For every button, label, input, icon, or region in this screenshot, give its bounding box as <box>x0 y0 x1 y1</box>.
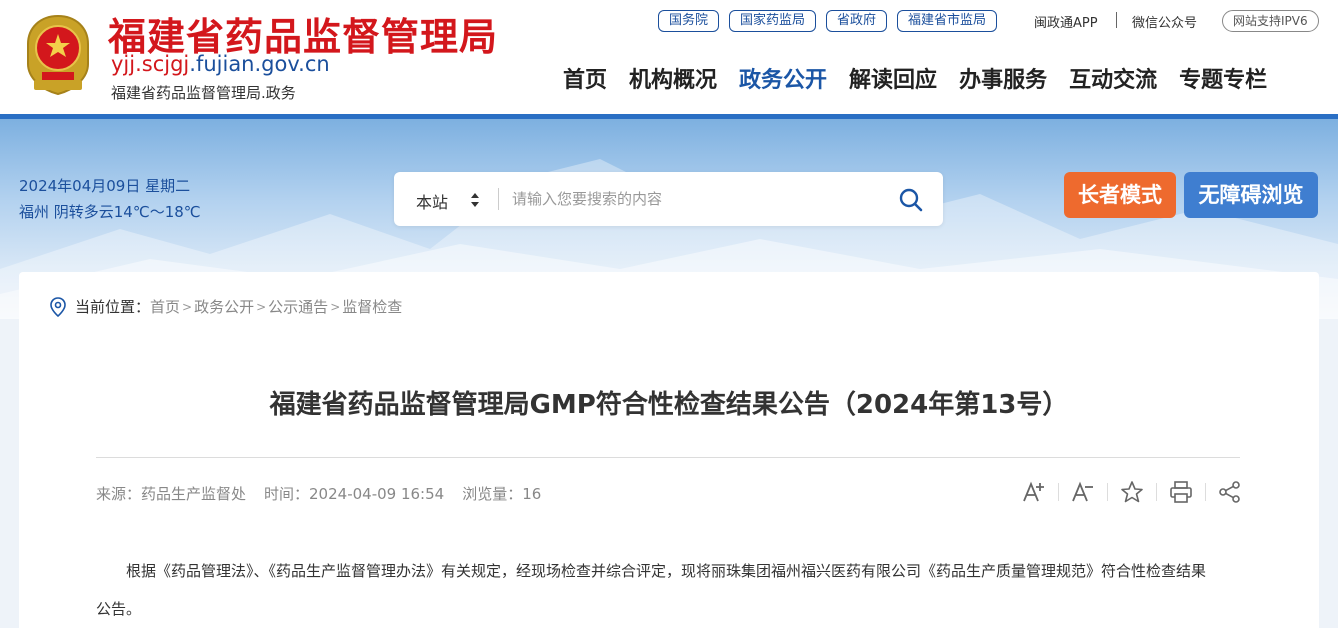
domain-prefix: yjj.scjgj <box>111 52 190 76</box>
share-icon[interactable] <box>1217 479 1243 505</box>
tool-divider <box>1107 483 1108 501</box>
breadcrumb-notices[interactable]: 公示通告 <box>268 296 328 317</box>
site-subtitle: 福建省药品监督管理局.政务 <box>111 84 296 102</box>
search-icon[interactable] <box>898 187 924 213</box>
site-domain: yjj.scjgj.fujian.gov.cn <box>111 52 330 76</box>
article-views: 浏览量：16 <box>462 485 542 503</box>
title-divider <box>96 457 1240 458</box>
select-arrows-icon[interactable] <box>470 192 480 208</box>
article-paragraph: 根据《药品管理法》、《药品生产监督管理办法》有关规定，经现场检查并综合评定，现将… <box>96 562 1207 618</box>
tool-divider <box>1156 483 1157 501</box>
font-decrease-icon[interactable] <box>1070 479 1096 505</box>
nav-item-gov-affairs[interactable]: 政务公开 <box>739 62 827 94</box>
article-card: 当前位置： 首页 > 政务公开 > 公示通告 > 监督检查 福建省药品监督管理局… <box>19 272 1319 628</box>
search-divider <box>498 188 499 210</box>
article-tools <box>1021 479 1243 505</box>
top-links: 国务院 国家药监局 省政府 福建省市监局 <box>658 10 998 32</box>
nav-item-interaction[interactable]: 互动交流 <box>1069 62 1157 94</box>
nav-item-topics[interactable]: 专题专栏 <box>1179 62 1267 94</box>
divider <box>1116 12 1117 28</box>
site-header: 福建省药品监督管理局 yjj.scjgj.fujian.gov.cn 福建省药品… <box>0 0 1338 119</box>
ipv6-badge: 网站支持IPV6 <box>1222 10 1319 32</box>
print-icon[interactable] <box>1168 479 1194 505</box>
search-input[interactable] <box>512 184 882 214</box>
breadcrumb-separator: > <box>256 299 267 314</box>
nav-item-home[interactable]: 首页 <box>563 62 607 94</box>
article-title: 福建省药品监督管理局GMP符合性检查结果公告（2024年第13号） <box>269 390 1069 420</box>
main-nav: 首页 机构概况 政务公开 解读回应 办事服务 互动交流 专题专栏 <box>563 62 1267 94</box>
search-box: 本站 <box>394 172 943 226</box>
breadcrumb-label: 当前位置： <box>75 298 151 316</box>
breadcrumb-separator: > <box>182 299 193 314</box>
tool-divider <box>1205 483 1206 501</box>
nav-item-about[interactable]: 机构概况 <box>629 62 717 94</box>
breadcrumb-home[interactable]: 首页 <box>150 296 180 317</box>
app-link[interactable]: 闽政通APP <box>1034 12 1098 31</box>
nav-item-services[interactable]: 办事服务 <box>959 62 1047 94</box>
article-meta: 来源：药品生产监督处 时间：2024-04-09 16:54 浏览量：16 <box>96 483 541 504</box>
article-time: 时间：2024-04-09 16:54 <box>264 485 445 503</box>
elder-mode-button[interactable]: 长者模式 <box>1064 172 1176 218</box>
breadcrumb-separator: > <box>330 299 341 314</box>
breadcrumb-inspection[interactable]: 监督检查 <box>342 296 402 317</box>
breadcrumb: 当前位置： 首页 > 政务公开 > 公示通告 > 监督检查 <box>49 296 402 317</box>
accessible-mode-button[interactable]: 无障碍浏览 <box>1184 172 1318 218</box>
weather: 福州 阴转多云14℃～18℃ <box>19 203 201 221</box>
toplink-state-council[interactable]: 国务院 <box>658 10 720 32</box>
search-scope-select[interactable]: 本站 <box>416 189 448 213</box>
toplink-province-gov[interactable]: 省政府 <box>826 10 888 32</box>
wechat-link[interactable]: 微信公众号 <box>1132 12 1197 31</box>
breadcrumb-gov-affairs[interactable]: 政务公开 <box>194 296 254 317</box>
national-emblem-icon <box>27 14 89 96</box>
toplink-market-supervision[interactable]: 福建省市监局 <box>897 10 998 32</box>
toplink-nmpa[interactable]: 国家药监局 <box>729 10 817 32</box>
domain-suffix: .fujian.gov.cn <box>189 52 330 76</box>
tool-divider <box>1058 483 1059 501</box>
current-date: 2024年04月09日 星期二 <box>19 177 191 195</box>
nav-item-interpretation[interactable]: 解读回应 <box>849 62 937 94</box>
favorite-star-icon[interactable] <box>1119 479 1145 505</box>
font-increase-icon[interactable] <box>1021 479 1047 505</box>
article-source: 来源：药品生产监督处 <box>96 485 247 503</box>
location-icon <box>50 296 66 317</box>
